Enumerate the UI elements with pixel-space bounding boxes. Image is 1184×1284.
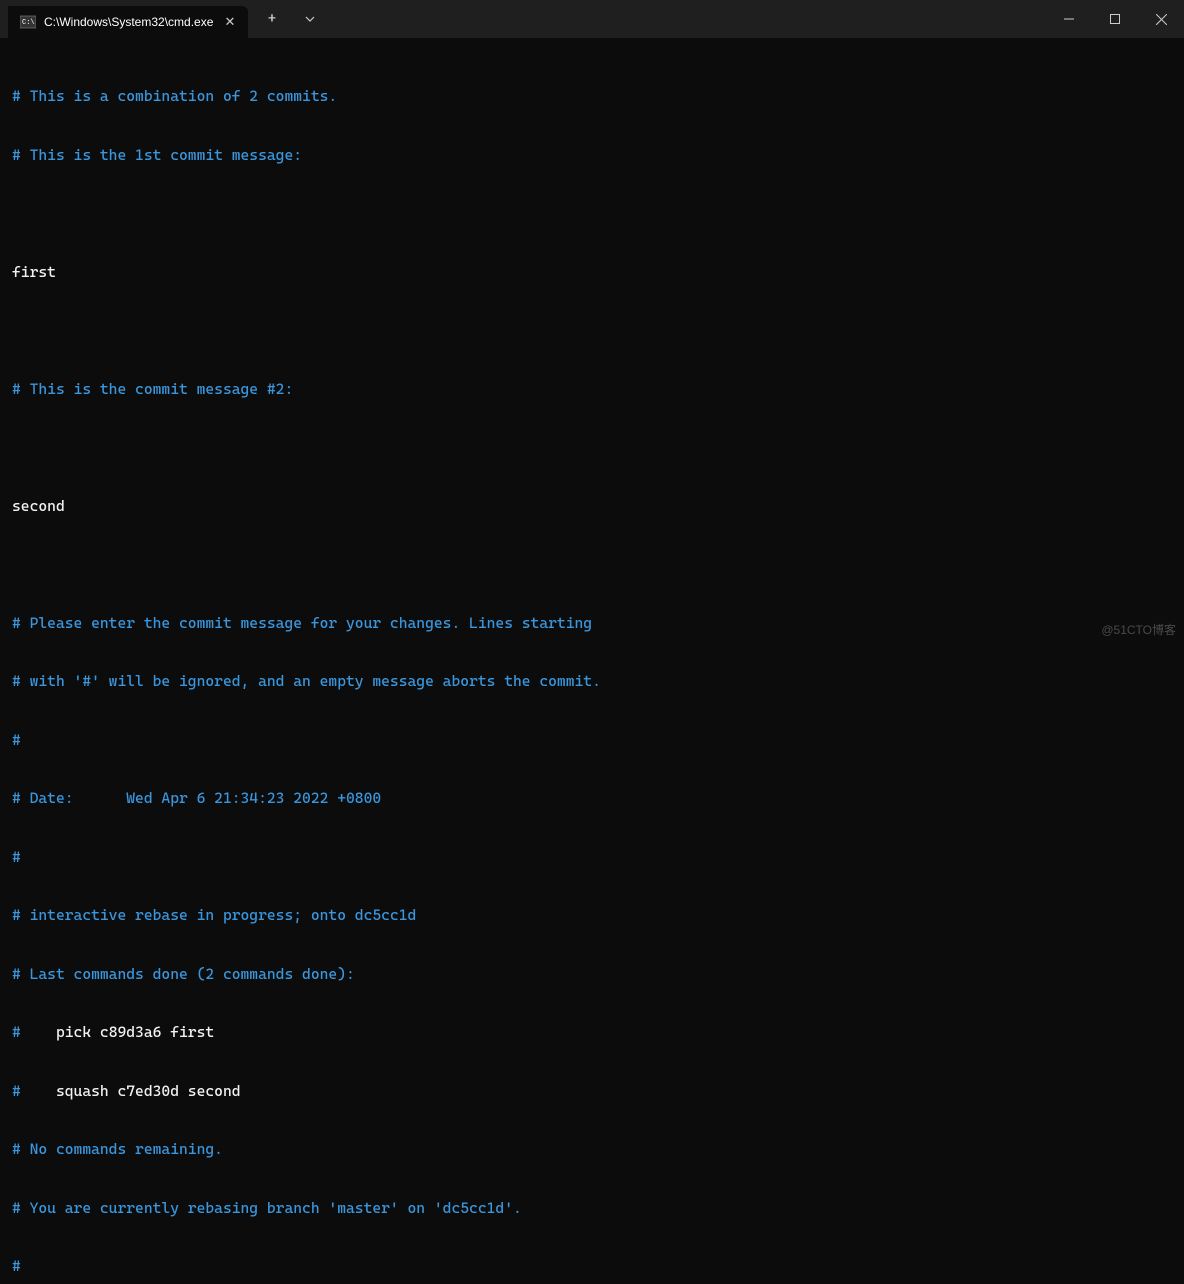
editor-line: # You are currently rebasing branch 'mas… — [12, 1199, 1172, 1219]
minimize-button[interactable] — [1046, 0, 1092, 38]
editor-line: first — [12, 263, 1172, 283]
editor-line: # Please enter the commit message for yo… — [12, 614, 1172, 634]
terminal-tab[interactable]: C:\ C:\Windows\System32\cmd.exe ✕ — [8, 6, 248, 38]
editor-line: # squash c7ed30d second — [12, 1082, 1172, 1102]
tab-title: C:\Windows\System32\cmd.exe — [44, 15, 213, 29]
editor-line — [12, 321, 1172, 341]
close-tab-icon[interactable]: ✕ — [222, 14, 238, 30]
terminal-content[interactable]: # This is a combination of 2 commits. # … — [0, 38, 1184, 1284]
editor-line: # — [12, 848, 1172, 868]
editor-line — [12, 555, 1172, 575]
editor-line: # This is the commit message #2: — [12, 380, 1172, 400]
watermark: @51CTO博客 — [1101, 621, 1176, 638]
editor-line: # Date: Wed Apr 6 21:34:23 2022 +0800 — [12, 789, 1172, 809]
editor-line: # pick c89d3a6 first — [12, 1023, 1172, 1043]
svg-text:C:\: C:\ — [22, 19, 35, 27]
titlebar: C:\ C:\Windows\System32\cmd.exe ✕ + — [0, 0, 1184, 38]
cmd-icon: C:\ — [20, 14, 36, 30]
editor-line: # No commands remaining. — [12, 1140, 1172, 1160]
editor-line: # interactive rebase in progress; onto d… — [12, 906, 1172, 926]
new-tab-button[interactable]: + — [254, 3, 290, 35]
editor-line — [12, 438, 1172, 458]
editor-line: # Last commands done (2 commands done): — [12, 965, 1172, 985]
maximize-button[interactable] — [1092, 0, 1138, 38]
editor-line: # This is the 1st commit message: — [12, 146, 1172, 166]
editor-line: # This is a combination of 2 commits. — [12, 87, 1172, 107]
window-controls — [1046, 0, 1184, 38]
editor-line — [12, 204, 1172, 224]
editor-line: # — [12, 731, 1172, 751]
editor-line: # — [12, 1257, 1172, 1277]
tab-actions: + — [248, 0, 328, 38]
close-window-button[interactable] — [1138, 0, 1184, 38]
editor-line: second — [12, 497, 1172, 517]
editor-line: # with '#' will be ignored, and an empty… — [12, 672, 1172, 692]
tab-dropdown-button[interactable] — [292, 3, 328, 35]
